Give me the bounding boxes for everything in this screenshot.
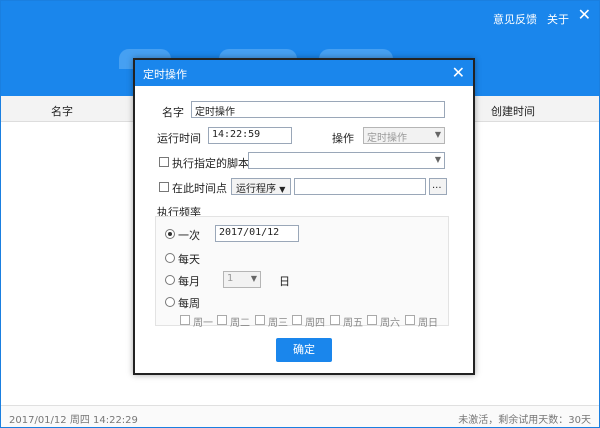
exec-script-label: 执行指定的脚本 (172, 157, 249, 170)
column-header-name[interactable]: 名字 (51, 103, 73, 119)
status-trial: 未激活，剩余试用天数：30天 (458, 415, 591, 426)
status-datetime: 2017/01/12 周四 14:22:29 (9, 415, 138, 426)
column-header-created[interactable]: 创建时间 (491, 103, 535, 119)
chevron-down-icon: ▼ (250, 274, 257, 283)
run-time-field[interactable]: 14:22:59 (208, 127, 292, 144)
run-program-dropdown[interactable]: 运行程序 ▼ (231, 178, 291, 195)
weekday-checkbox-sat[interactable] (367, 315, 377, 325)
action-select-value: 定时操作 (367, 133, 407, 144)
weekday-checkbox-tue[interactable] (217, 315, 227, 325)
dialog-title: 定时操作 (143, 68, 187, 81)
month-day-value: 1 (227, 273, 234, 284)
script-select[interactable]: ▼ (248, 152, 445, 169)
weekday-label-sat: 周六 (380, 318, 400, 329)
dialog-close-icon[interactable]: ✕ (452, 63, 465, 82)
freq-once-label: 一次 (178, 229, 200, 242)
once-date-field[interactable]: 2017/01/12 (215, 225, 299, 242)
freq-weekly-radio[interactable] (165, 297, 175, 307)
weekday-checkbox-mon[interactable] (180, 315, 190, 325)
freq-monthly-label: 每月 (178, 275, 200, 288)
ok-button[interactable]: 确定 (276, 338, 332, 362)
freq-monthly-radio[interactable] (165, 275, 175, 285)
at-time-label: 在此时间点 (172, 182, 227, 195)
run-program-label: 运行程序 (236, 184, 276, 195)
chevron-down-icon: ▼ (279, 185, 286, 194)
run-time-label: 运行时间 (157, 132, 201, 145)
close-icon[interactable]: ✕ (578, 7, 591, 23)
at-time-checkbox[interactable] (159, 182, 169, 192)
name-field[interactable]: 定时操作 (191, 101, 445, 118)
action-select[interactable]: 定时操作 ▼ (363, 127, 445, 144)
weekday-label-wed: 周三 (268, 318, 288, 329)
weekday-checkbox-wed[interactable] (255, 315, 265, 325)
program-path-field[interactable] (294, 178, 426, 195)
freq-once-radio[interactable] (165, 229, 175, 239)
browse-button[interactable]: ... (429, 178, 447, 195)
status-bar: 2017/01/12 周四 14:22:29 未激活，剩余试用天数：30天 (1, 405, 599, 427)
weekday-label-fri: 周五 (343, 318, 363, 329)
about-link[interactable]: 关于 (547, 11, 569, 27)
chevron-down-icon: ▼ (434, 155, 441, 164)
name-label: 名字 (162, 106, 184, 119)
weekday-checkbox-thu[interactable] (292, 315, 302, 325)
schedule-dialog: 定时操作 ✕ 名字 定时操作 运行时间 14:22:59 操作 定时操作 ▼ 执… (133, 58, 475, 375)
freq-weekly-label: 每周 (178, 297, 200, 310)
weekday-label-tue: 周二 (230, 318, 250, 329)
weekday-label-mon: 周一 (193, 318, 213, 329)
weekday-checkbox-sun[interactable] (405, 315, 415, 325)
weekday-label-sun: 周日 (418, 318, 438, 329)
weekday-label-thu: 周四 (305, 318, 325, 329)
action-label: 操作 (332, 132, 354, 145)
freq-daily-radio[interactable] (165, 253, 175, 263)
day-unit-label: 日 (279, 275, 290, 288)
month-day-select[interactable]: 1 ▼ (223, 271, 261, 288)
chevron-down-icon: ▼ (434, 130, 441, 139)
weekday-checkbox-fri[interactable] (330, 315, 340, 325)
exec-script-checkbox[interactable] (159, 157, 169, 167)
feedback-link[interactable]: 意见反馈 (493, 11, 537, 27)
freq-daily-label: 每天 (178, 253, 200, 266)
dialog-titlebar: 定时操作 ✕ (135, 60, 473, 86)
